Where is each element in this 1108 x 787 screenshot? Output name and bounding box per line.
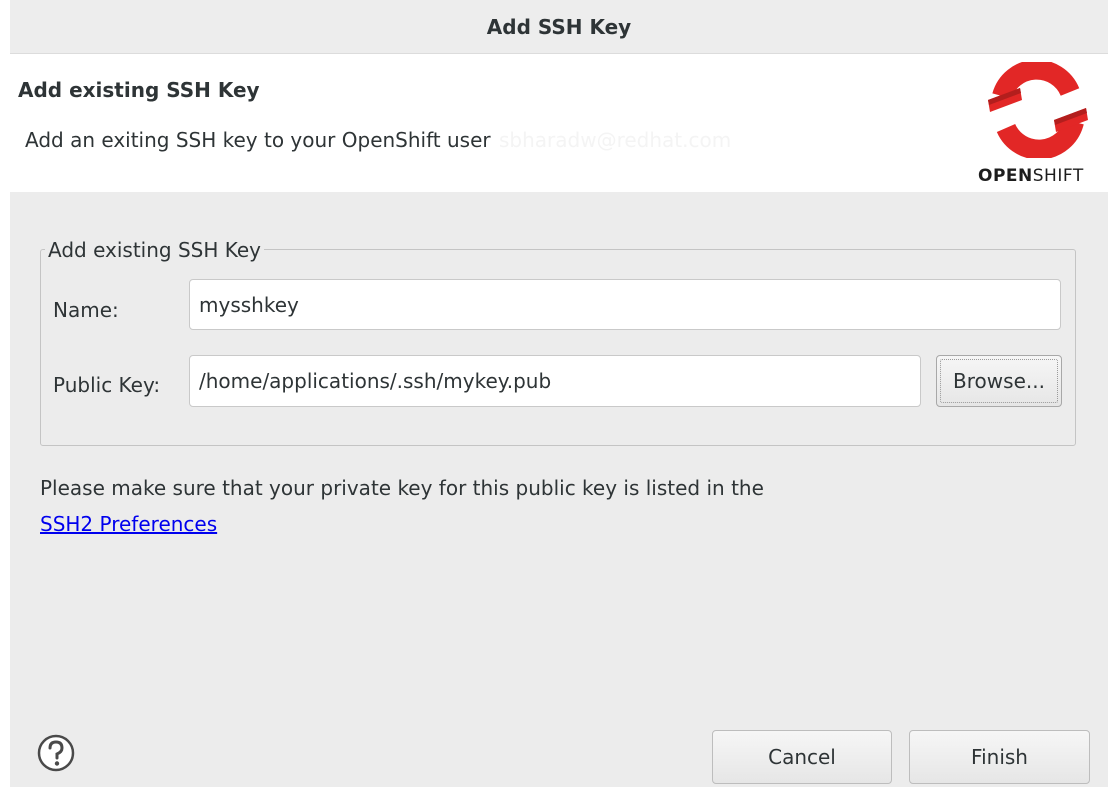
group-legend: Add existing SSH Key [45,238,265,262]
finish-button-label: Finish [971,745,1028,769]
banner-description: Add an exiting SSH key to your OpenShift… [25,128,731,152]
public-key-field[interactable] [189,355,921,407]
openshift-logo-icon [988,62,1088,158]
ssh2-preferences-link[interactable]: SSH2 Preferences [40,512,217,536]
dialog-content: Add existing SSH Key Name: Public Key: B… [10,192,1108,787]
browse-button-focus: Browse... [940,359,1058,403]
name-label: Name: [53,298,119,322]
banner-title: Add existing SSH Key [18,78,260,102]
cancel-button[interactable]: Cancel [712,730,892,784]
private-key-info: Please make sure that your private key f… [40,476,764,500]
add-ssh-key-dialog: Add SSH Key Add existing SSH Key Add an … [0,0,1108,787]
finish-button[interactable]: Finish [909,730,1090,784]
dialog-title: Add SSH Key [486,14,632,39]
dialog-titlebar[interactable]: Add SSH Key [10,0,1108,54]
openshift-logo: OPENSHIFT [974,62,1104,188]
openshift-wordmark-bold: OPEN [978,166,1033,186]
banner-user-email: sbharadw@redhat.com [498,128,732,152]
question-mark-icon[interactable] [36,733,76,773]
banner-description-text: Add an exiting SSH key to your OpenShift… [25,128,491,152]
browse-button-label: Browse... [953,369,1045,393]
public-key-label: Public Key: [53,373,161,397]
name-field[interactable] [189,279,1061,330]
openshift-wordmark: OPENSHIFT [978,166,1084,186]
cancel-button-label: Cancel [768,745,836,769]
browse-button[interactable]: Browse... [936,355,1062,407]
openshift-wordmark-light: SHIFT [1032,166,1084,186]
wizard-banner: Add existing SSH Key Add an exiting SSH … [0,54,1108,192]
